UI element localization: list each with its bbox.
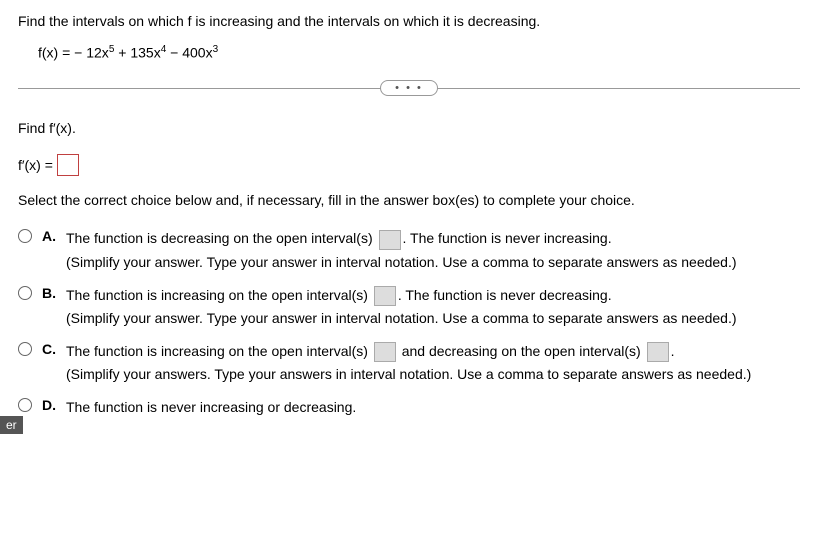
choice-d-content: The function is never increasing or decr… (66, 397, 800, 418)
radio-d[interactable] (18, 398, 32, 412)
function-formula: f(x) = − 12x5 + 135x4 − 400x3 (38, 44, 800, 61)
choice-b: B. The function is increasing on the ope… (18, 285, 800, 329)
bottom-tag[interactable]: er (0, 416, 23, 434)
choice-a: A. The function is decreasing on the ope… (18, 228, 800, 272)
choice-c-input1[interactable] (374, 342, 396, 362)
choice-b-input[interactable] (374, 286, 396, 306)
radio-b[interactable] (18, 286, 32, 300)
divider-line-right (437, 88, 800, 89)
choice-c-text3: . (671, 343, 675, 359)
radio-a[interactable] (18, 229, 32, 243)
choice-d-label: D. (42, 397, 58, 413)
section-divider: • • • (18, 80, 800, 96)
choice-b-hint: (Simplify your answer. Type your answer … (66, 308, 800, 329)
choice-c: C. The function is increasing on the ope… (18, 341, 800, 385)
fprime-input-line: f′(x) = (18, 154, 800, 176)
choice-c-text2: and decreasing on the open interval(s) (398, 343, 645, 359)
choice-c-input2[interactable] (647, 342, 669, 362)
choice-b-content: The function is increasing on the open i… (66, 285, 800, 329)
choice-a-hint: (Simplify your answer. Type your answer … (66, 252, 800, 273)
choice-c-label: C. (42, 341, 58, 357)
choice-c-hint: (Simplify your answers. Type your answer… (66, 364, 800, 385)
choice-a-label: A. (42, 228, 58, 244)
choice-a-input[interactable] (379, 230, 401, 250)
choice-a-text2: . The function is never increasing. (403, 230, 612, 246)
choice-b-label: B. (42, 285, 58, 301)
fprime-input[interactable] (57, 154, 79, 176)
choice-d-text: The function is never increasing or decr… (66, 399, 356, 415)
fprime-label: f′(x) = (18, 157, 53, 173)
choice-c-content: The function is increasing on the open i… (66, 341, 800, 385)
question-intro: Find the intervals on which f is increas… (18, 12, 800, 32)
formula-part: + 135x (114, 44, 160, 60)
expand-pill[interactable]: • • • (380, 80, 438, 96)
choices-group: A. The function is decreasing on the ope… (18, 228, 800, 418)
choice-b-text2: . The function is never decreasing. (398, 287, 612, 303)
select-instruction: Select the correct choice below and, if … (18, 192, 800, 208)
formula-part: − 400x (166, 44, 212, 60)
choice-d: D. The function is never increasing or d… (18, 397, 800, 418)
formula-exp3: 3 (213, 44, 219, 55)
choice-a-text1: The function is decreasing on the open i… (66, 230, 377, 246)
choice-b-text1: The function is increasing on the open i… (66, 287, 372, 303)
radio-c[interactable] (18, 342, 32, 356)
choice-c-text1: The function is increasing on the open i… (66, 343, 372, 359)
divider-line-left (18, 88, 381, 89)
sub-question: Find f′(x). (18, 120, 800, 136)
formula-part: f(x) = − 12x (38, 44, 109, 60)
choice-a-content: The function is decreasing on the open i… (66, 228, 800, 272)
